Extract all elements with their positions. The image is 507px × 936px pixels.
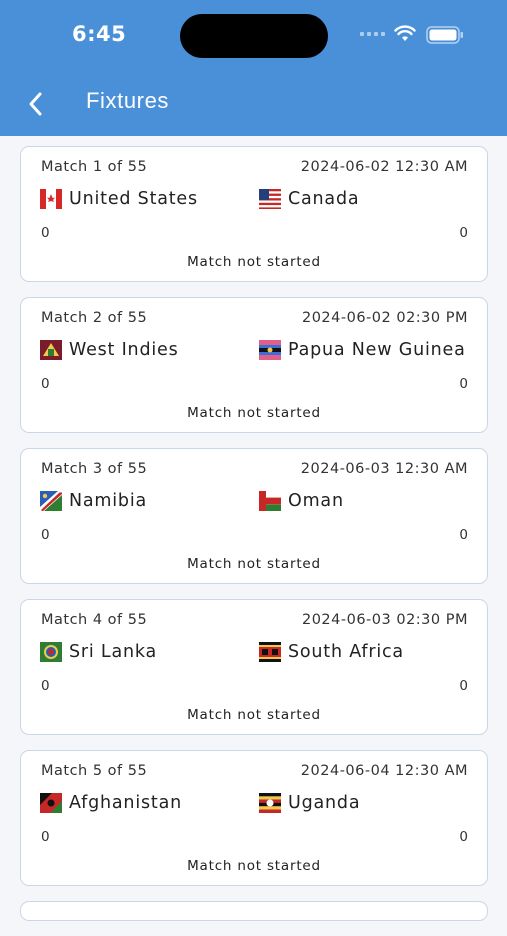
team-name: United States	[69, 189, 198, 209]
team-away: Canada	[259, 189, 359, 209]
away-score: 0	[459, 829, 468, 845]
flag-icon	[259, 793, 281, 813]
team-home: Sri Lanka	[40, 642, 157, 662]
match-datetime: 2024-06-03 12:30 AM	[300, 461, 468, 477]
team-home: Afghanistan	[40, 793, 182, 813]
match-datetime: 2024-06-03 02:30 PM	[301, 612, 468, 628]
away-score: 0	[459, 527, 468, 543]
fixture-card[interactable]	[20, 901, 488, 921]
match-number: Match 5 of 55	[41, 763, 148, 779]
home-score: 0	[41, 829, 50, 845]
team-name: Canada	[288, 189, 360, 209]
team-name: South Africa	[288, 642, 404, 662]
team-name: Sri Lanka	[69, 642, 158, 662]
team-away: Oman	[259, 491, 344, 511]
flag-icon	[259, 491, 281, 511]
match-number: Match 2 of 55	[41, 310, 148, 326]
team-away: South Africa	[259, 642, 404, 662]
flag-icon	[40, 642, 62, 662]
away-score: 0	[459, 225, 468, 241]
fixture-card[interactable]: Match 3 of 55 2024-06-03 12:30 AM Namibi…	[20, 448, 488, 584]
fixtures-list[interactable]: Match 1 of 55 2024-06-02 12:30 AM United…	[20, 146, 488, 936]
status-time: 6:45	[72, 22, 127, 46]
match-status: Match not started	[187, 254, 321, 270]
flag-icon	[259, 340, 281, 360]
match-datetime: 2024-06-02 12:30 AM	[300, 159, 468, 175]
team-away: Papua New Guinea	[259, 340, 466, 360]
match-status: Match not started	[187, 556, 321, 572]
app-header: 6:45 Fixtures	[0, 0, 507, 136]
flag-icon	[259, 642, 281, 662]
away-score: 0	[459, 376, 468, 392]
flag-icon	[40, 340, 62, 360]
home-score: 0	[41, 225, 50, 241]
team-name: Afghanistan	[69, 793, 182, 813]
team-home: United States	[40, 189, 198, 209]
page-title: Fixtures	[86, 88, 170, 113]
team-name: Oman	[288, 491, 344, 511]
back-button[interactable]	[20, 88, 50, 120]
fixture-card[interactable]: Match 5 of 55 2024-06-04 12:30 AM Afghan…	[20, 750, 488, 886]
match-status: Match not started	[187, 707, 321, 723]
away-score: 0	[459, 678, 468, 694]
wifi-icon	[394, 25, 416, 47]
team-name: West Indies	[69, 340, 179, 360]
home-score: 0	[41, 678, 50, 694]
team-home: West Indies	[40, 340, 179, 360]
battery-icon	[426, 26, 464, 48]
flag-icon	[259, 189, 281, 209]
team-name: Uganda	[288, 793, 361, 813]
flag-icon	[40, 189, 62, 209]
fixture-card[interactable]: Match 4 of 55 2024-06-03 02:30 PM Sri La…	[20, 599, 488, 735]
match-number: Match 3 of 55	[41, 461, 148, 477]
match-status: Match not started	[187, 858, 321, 874]
match-datetime: 2024-06-04 12:30 AM	[300, 763, 468, 779]
fixture-card[interactable]: Match 2 of 55 2024-06-02 02:30 PM West I…	[20, 297, 488, 433]
team-away: Uganda	[259, 793, 360, 813]
team-home: Namibia	[40, 491, 147, 511]
flag-icon	[40, 491, 62, 511]
match-number: Match 1 of 55	[41, 159, 148, 175]
fixture-card[interactable]: Match 1 of 55 2024-06-02 12:30 AM United…	[20, 146, 488, 282]
home-score: 0	[41, 376, 50, 392]
match-status: Match not started	[187, 405, 321, 421]
match-datetime: 2024-06-02 02:30 PM	[301, 310, 468, 326]
dynamic-island	[180, 14, 328, 58]
team-name: Papua New Guinea	[288, 340, 466, 360]
chevron-left-icon	[29, 92, 42, 116]
flag-icon	[40, 793, 62, 813]
cellular-signal-icon	[360, 32, 385, 36]
home-score: 0	[41, 527, 50, 543]
team-name: Namibia	[69, 491, 148, 511]
match-number: Match 4 of 55	[41, 612, 148, 628]
